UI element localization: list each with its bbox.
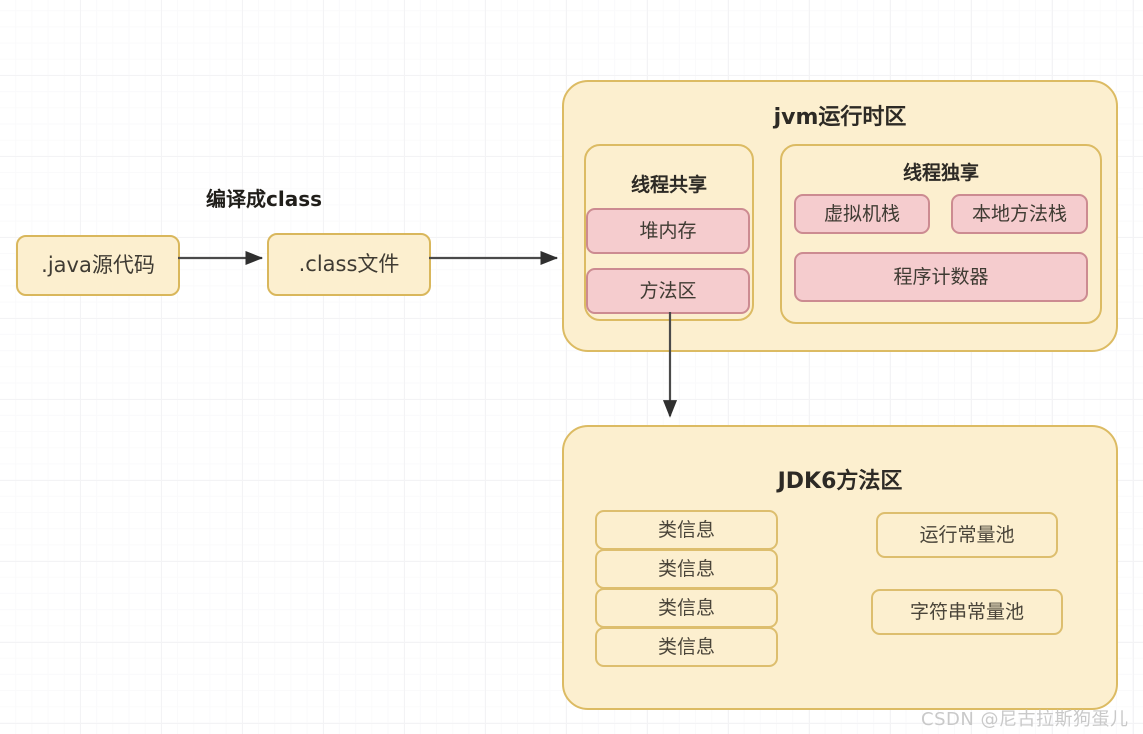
connector-source-to-class — [178, 250, 264, 266]
node-class-file[interactable]: .class文件 — [267, 233, 431, 296]
node-runtime-constant-pool-label: 运行常量池 — [919, 523, 1015, 546]
node-class-info-1[interactable]: 类信息 — [595, 510, 778, 550]
node-java-source-label: .java源代码 — [41, 253, 155, 277]
node-class-info-3-label: 类信息 — [657, 596, 715, 619]
node-native-method-stack[interactable]: 本地方法栈 — [951, 194, 1088, 234]
group-jdk6-method-area-title: JDK6方法区 — [777, 469, 903, 494]
diagram-canvas: 编译成class .java源代码 .class文件 jvm运行时区 线程共享 … — [0, 0, 1143, 734]
node-native-method-stack-label: 本地方法栈 — [971, 202, 1067, 225]
connector-method-area-to-jdk6 — [662, 312, 678, 418]
node-class-info-2-label: 类信息 — [657, 557, 715, 580]
node-heap-memory[interactable]: 堆内存 — [586, 208, 750, 254]
node-method-area-label: 方法区 — [639, 279, 697, 302]
edge-label-compile-to-class: 编译成class — [206, 187, 323, 211]
group-thread-private-title: 线程独享 — [902, 162, 979, 184]
node-class-file-label: .class文件 — [298, 252, 400, 276]
node-vm-stack[interactable]: 虚拟机栈 — [794, 194, 930, 234]
node-method-area[interactable]: 方法区 — [586, 268, 750, 314]
node-runtime-constant-pool[interactable]: 运行常量池 — [876, 512, 1058, 558]
node-class-info-3[interactable]: 类信息 — [595, 588, 778, 628]
node-class-info-4-label: 类信息 — [657, 635, 715, 658]
node-program-counter[interactable]: 程序计数器 — [794, 252, 1088, 302]
node-java-source[interactable]: .java源代码 — [16, 235, 180, 296]
node-class-info-2[interactable]: 类信息 — [595, 549, 778, 589]
node-heap-memory-label: 堆内存 — [639, 219, 697, 242]
connector-class-to-jvm — [429, 250, 559, 266]
node-string-constant-pool-label: 字符串常量池 — [909, 600, 1024, 623]
node-class-info-4[interactable]: 类信息 — [595, 627, 778, 667]
csdn-watermark: CSDN @尼古拉斯狗蛋儿 — [921, 709, 1129, 730]
node-string-constant-pool[interactable]: 字符串常量池 — [871, 589, 1063, 635]
node-class-info-1-label: 类信息 — [657, 518, 715, 541]
group-jvm-runtime-title: jvm运行时区 — [773, 105, 907, 130]
group-thread-shared-title: 线程共享 — [630, 174, 707, 196]
node-program-counter-label: 程序计数器 — [893, 265, 989, 288]
node-vm-stack-label: 虚拟机栈 — [823, 202, 900, 225]
